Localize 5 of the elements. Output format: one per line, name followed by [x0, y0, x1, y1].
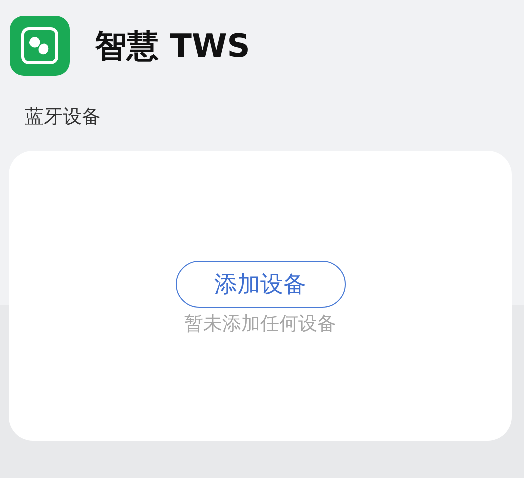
app-icon [10, 16, 70, 76]
app-title: 智慧 TWS [95, 26, 250, 66]
add-device-button[interactable]: 添加设备 [176, 260, 346, 308]
section-title: 蓝牙设备 [25, 106, 101, 129]
empty-message: 暂未添加任何设备 [184, 312, 336, 337]
